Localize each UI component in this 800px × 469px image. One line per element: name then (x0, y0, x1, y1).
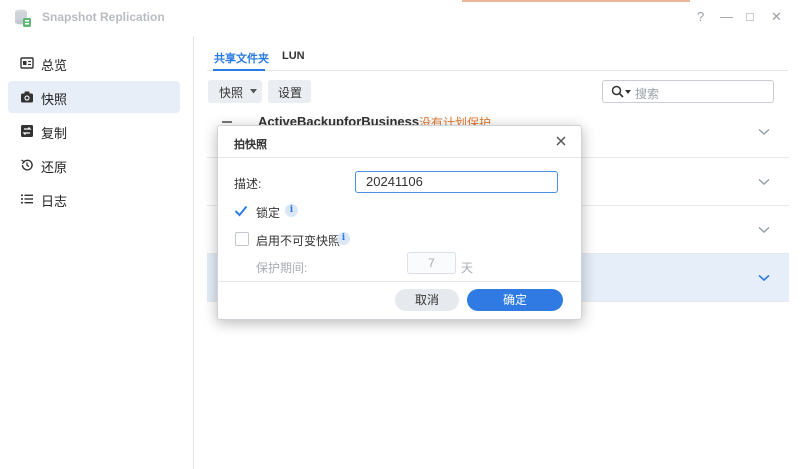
log-icon (21, 194, 33, 204)
app-title: Snapshot Replication (42, 10, 165, 24)
sidebar-item-replication[interactable]: 复制 (8, 115, 180, 147)
sidebar-item-label: 快照 (41, 92, 68, 107)
info-icon[interactable]: i (337, 232, 350, 245)
sidebar: 总览 快照 复制 还原 日志 (0, 36, 194, 469)
maximize-button[interactable]: □ (746, 9, 754, 24)
sidebar-item-restore[interactable]: 还原 (8, 149, 180, 181)
sidebar-item-snapshot[interactable]: 快照 (8, 81, 180, 113)
description-label: 描述: (234, 177, 262, 191)
chevron-down-icon[interactable] (758, 128, 770, 136)
search-icon (611, 85, 624, 98)
lock-checkbox[interactable] (234, 204, 248, 218)
sidebar-item-overview[interactable]: 总览 (8, 47, 180, 79)
caret-down-icon (250, 89, 257, 94)
restore-icon (21, 159, 33, 171)
protection-period-field[interactable]: 7 (407, 252, 456, 274)
tab-bar: 共享文件夹 LUN (207, 47, 788, 71)
title-bar: Snapshot Replication ? — □ ✕ (0, 0, 800, 36)
top-accent-bar (462, 0, 690, 2)
take-snapshot-dialog: 拍快照 描述: 20241106 锁定 i 启用不可变快照 i 保护期间: 7 … (217, 125, 582, 320)
sidebar-item-label: 日志 (41, 194, 68, 209)
app-icon (15, 9, 31, 27)
dialog-footer-divider (218, 281, 581, 282)
protection-unit-label: 天 (461, 261, 474, 275)
settings-button[interactable]: 设置 (268, 80, 311, 103)
search-box[interactable]: 搜索 (602, 80, 774, 103)
replication-icon (21, 125, 33, 137)
tab-lun[interactable]: LUN (282, 50, 305, 62)
sidebar-item-label: 还原 (41, 160, 68, 175)
active-tab-indicator (213, 69, 265, 71)
dialog-divider (218, 157, 581, 158)
tab-shared-folder[interactable]: 共享文件夹 (214, 50, 269, 66)
lock-label: 锁定 (256, 206, 281, 220)
dialog-title: 拍快照 (234, 139, 267, 151)
sidebar-item-label: 总览 (41, 58, 68, 73)
cancel-button[interactable]: 取消 (395, 289, 459, 311)
description-field[interactable]: 20241106 (355, 171, 558, 193)
chevron-down-icon[interactable] (758, 178, 770, 186)
immutable-label: 启用不可变快照 (256, 234, 341, 248)
camera-icon (21, 91, 33, 103)
caret-down-icon (625, 90, 631, 94)
chevron-down-icon[interactable] (758, 274, 770, 282)
sidebar-item-label: 复制 (41, 126, 68, 141)
info-icon[interactable]: i (285, 204, 298, 217)
close-icon[interactable] (554, 134, 568, 148)
help-button[interactable]: ? (697, 9, 704, 24)
ok-button[interactable]: 确定 (467, 289, 563, 311)
snapshot-button-label: 快照 (219, 86, 244, 100)
protection-period-label: 保护期间: (256, 261, 308, 275)
overview-icon (20, 57, 34, 69)
sidebar-item-log[interactable]: 日志 (8, 183, 180, 215)
close-window-button[interactable]: ✕ (771, 9, 782, 25)
snapshot-dropdown-button[interactable]: 快照 (208, 80, 262, 103)
settings-button-label: 设置 (278, 86, 303, 100)
minimize-button[interactable]: — (720, 9, 733, 24)
collapse-icon (222, 121, 232, 123)
immutable-checkbox[interactable] (235, 232, 249, 246)
chevron-down-icon[interactable] (758, 226, 770, 234)
search-input[interactable]: 搜索 (635, 85, 659, 102)
